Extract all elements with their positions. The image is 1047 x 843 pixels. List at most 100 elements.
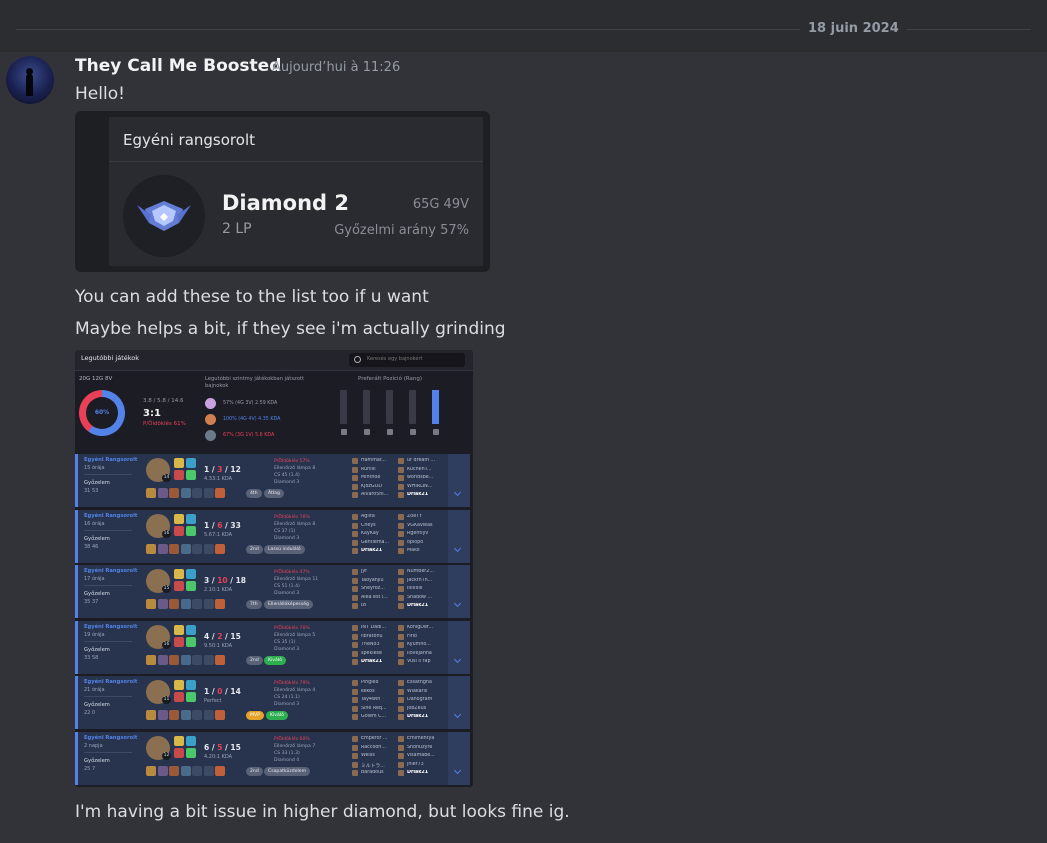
player-name[interactable]: Number2... (407, 569, 444, 574)
team-player[interactable]: Sheyroz... (352, 585, 398, 594)
player-name[interactable]: INT Dadi... (361, 625, 398, 630)
team-player[interactable]: Gólem C... (352, 713, 398, 722)
team-player[interactable]: visamabe... (398, 752, 444, 761)
player-name[interactable]: JobZeus (407, 706, 444, 711)
player-name[interactable]: Minthoe (361, 475, 398, 480)
player-name[interactable]: Danogram (407, 697, 444, 702)
team-player[interactable]: IIIIIIIIIII (398, 585, 444, 594)
team-player[interactable]: KjozGOD (352, 483, 398, 492)
team-player[interactable]: jyf (352, 568, 398, 577)
player-name[interactable]: Gentlema... (361, 540, 398, 545)
team-player[interactable]: INT Dadi... (352, 624, 398, 633)
avatar[interactable] (6, 56, 54, 104)
player-name[interactable]: Hammar... (361, 458, 398, 463)
team-player[interactable]: opiopo (398, 539, 444, 548)
team-player[interactable]: Vusi il rap (398, 658, 444, 667)
team-player[interactable]: KuchenT... (398, 466, 444, 475)
player-name[interactable]: jnier73 (407, 762, 444, 767)
team-player[interactable]: JacktnTh... (398, 577, 444, 586)
team-player[interactable]: Danogram (398, 696, 444, 705)
team-player[interactable]: Weiss (352, 752, 398, 761)
team-player[interactable]: Pingleo (352, 679, 398, 688)
team-player[interactable]: Agiita (352, 513, 398, 522)
player-name[interactable]: Essathgha (407, 680, 444, 685)
team-player[interactable]: Essathgha (398, 679, 444, 688)
team-player[interactable]: Shonuzyre (398, 744, 444, 753)
player-name[interactable]: Firio (407, 634, 444, 639)
team-player[interactable]: ミルトラ... (352, 761, 398, 770)
player-name[interactable]: Alea est i... (361, 595, 398, 600)
player-name[interactable]: Alvaro5hi... (361, 492, 398, 497)
player-name[interactable]: Emperor ... (361, 736, 398, 741)
team-player[interactable]: Sine Req... (352, 705, 398, 714)
match-expand-button[interactable] (448, 732, 470, 785)
player-name[interactable]: ur dream ... (407, 458, 444, 463)
player-name[interactable]: ミルトラ... (361, 762, 398, 769)
player-name[interactable]: Driak21 (407, 492, 444, 497)
team-player[interactable]: Gentlema... (352, 539, 398, 548)
player-name[interactable]: Runiiii (361, 467, 398, 472)
player-name[interactable]: Driak21 (361, 659, 398, 664)
player-name[interactable]: Raccoon... (361, 745, 398, 750)
team-player[interactable]: Tay4win (352, 696, 398, 705)
match-expand-button[interactable] (448, 565, 470, 618)
player-name[interactable]: Pingleo (361, 680, 398, 685)
player-name[interactable]: Sine Req... (361, 706, 398, 711)
team-player[interactable]: Firio (398, 633, 444, 642)
player-name[interactable]: IIIIIIIIIII (407, 586, 444, 591)
player-name[interactable]: VGKavleas (407, 523, 444, 528)
player-name[interactable]: Emimentya (407, 736, 444, 741)
match-row[interactable]: Egyéni Rangsorolt 17 órája Győzelem 35 37 15… (75, 565, 470, 618)
rank-card-image[interactable]: Egyéni rangsorolt Diamond 2 2 LP 65G 49V… (75, 111, 490, 272)
player-name[interactable]: spekiese (361, 651, 398, 656)
team-player[interactable]: kekos (352, 688, 398, 697)
team-player[interactable]: Emperor ... (352, 735, 398, 744)
team-player[interactable]: Baradous (352, 769, 398, 778)
player-name[interactable]: Agiita (361, 514, 398, 519)
team-player[interactable]: ZoeTY (398, 513, 444, 522)
player-name[interactable]: JacktnTh... (407, 578, 444, 583)
player-name[interactable]: Wiakarili (407, 689, 444, 694)
player-name[interactable]: libratohu (361, 634, 398, 639)
player-name[interactable]: Gólem C... (361, 714, 398, 719)
player-name[interactable]: KuchenT... (407, 467, 444, 472)
player-name[interactable]: jyf (361, 569, 398, 574)
match-row[interactable]: Egyéni Rangsorolt 2 napja Győzelem 25 7 12 6 … (75, 732, 470, 785)
player-name[interactable]: Rgentlyv (407, 531, 444, 536)
team-player[interactable]: Runiiii (352, 466, 398, 475)
player-name[interactable]: KjozGOD (361, 484, 398, 489)
match-expand-button[interactable] (448, 454, 470, 507)
team-player[interactable]: Driak21 (352, 547, 398, 556)
team-player[interactable]: libratohu (352, 633, 398, 642)
player-name[interactable]: visamabe... (407, 753, 444, 758)
match-expand-button[interactable] (448, 621, 470, 674)
team-player[interactable]: Driak21 (352, 658, 398, 667)
team-player[interactable]: ur dream ... (398, 457, 444, 466)
team-player[interactable]: Hammar... (352, 457, 398, 466)
player-name[interactable]: Cheys (361, 523, 398, 528)
player-name[interactable]: Mako (407, 548, 444, 553)
match-row[interactable]: Egyéni Rangsorolt 21 órája Győzelem 22 0 11 1… (75, 676, 470, 729)
team-player[interactable]: Raccoon... (352, 744, 398, 753)
message-timestamp[interactable]: Aujourd’hui à 11:26 (272, 59, 400, 77)
team-player[interactable]: Rgentlyv (398, 530, 444, 539)
player-name[interactable]: Taoyanjiu (361, 578, 398, 583)
player-name[interactable]: Tay4win (361, 697, 398, 702)
team-player[interactable]: Shadow ... (398, 594, 444, 603)
match-row[interactable]: Egyéni Rangsorolt 19 órája Győzelem 33 58 16… (75, 621, 470, 674)
player-name[interactable]: worldsbe... (407, 475, 444, 480)
team-player[interactable]: worldsbe... (398, 474, 444, 483)
player-name[interactable]: IloveJanna (407, 651, 444, 656)
player-name[interactable]: Izi (361, 603, 398, 608)
player-name[interactable]: WHIRLIN... (407, 484, 444, 489)
match-row[interactable]: Egyéni Rangsorolt 16 órája Győzelem 38 46 16… (75, 510, 470, 563)
team-player[interactable]: Driak21 (398, 713, 444, 722)
team-player[interactable]: Alea est i... (352, 594, 398, 603)
team-player[interactable]: JobZeus (398, 705, 444, 714)
player-name[interactable]: Kyumho... (407, 642, 444, 647)
team-player[interactable]: Driak21 (398, 491, 444, 500)
team-player[interactable]: KayKay (352, 530, 398, 539)
team-player[interactable]: TheNo3 (352, 641, 398, 650)
player-name[interactable]: Vusi il rap (407, 659, 444, 664)
team-player[interactable]: Taoyanjiu (352, 577, 398, 586)
